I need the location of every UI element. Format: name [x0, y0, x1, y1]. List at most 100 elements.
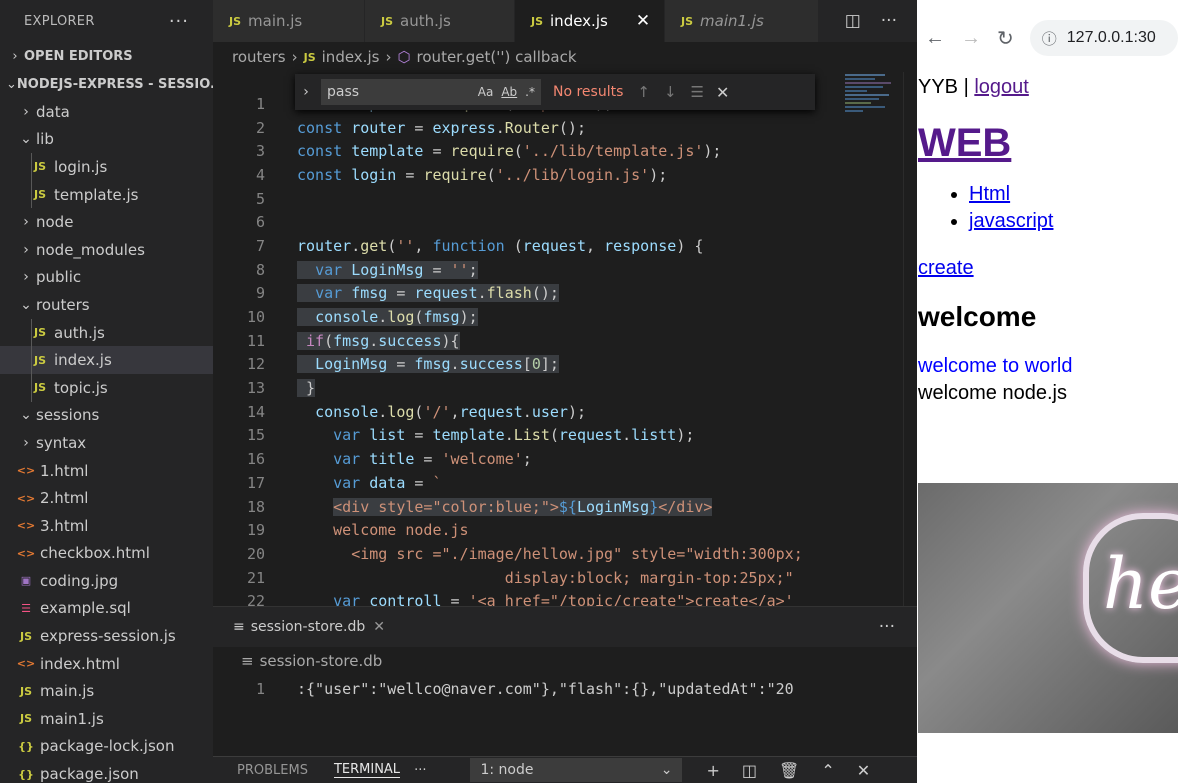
close-icon[interactable]: ✕	[373, 619, 385, 635]
folder-item[interactable]: ⌄ lib	[0, 126, 213, 154]
tab-index-js[interactable]: JS index.js ✕	[515, 0, 665, 42]
folder-item[interactable]: › public	[0, 264, 213, 292]
close-icon[interactable]: ✕	[636, 11, 650, 31]
line-number: 20	[246, 544, 265, 563]
file-item[interactable]: <> 2.html	[0, 484, 213, 512]
file-item[interactable]: JS auth.js	[0, 318, 213, 347]
file-item[interactable]: {} package-lock.json	[0, 733, 213, 761]
minimap[interactable]	[843, 72, 903, 606]
file-item[interactable]: <> checkbox.html	[0, 540, 213, 568]
folder-item[interactable]: › data	[0, 98, 213, 126]
project-section[interactable]: ⌄ NODEJS-EXPRESS - SESSIO...	[0, 70, 213, 98]
folder-item[interactable]: › node_modules	[0, 236, 213, 264]
trash-icon[interactable]: 🗑	[779, 761, 799, 780]
file-item[interactable]: JS index.js	[0, 346, 213, 374]
tab-main1-js[interactable]: JS main1.js	[665, 0, 819, 42]
line-number: 3	[255, 142, 265, 161]
vertical-scrollbar[interactable]	[903, 72, 917, 606]
file-item[interactable]: {} package.json	[0, 760, 213, 783]
file-lines-icon: ≡	[233, 619, 245, 635]
more-icon[interactable]: ···	[414, 763, 426, 778]
html-file-icon: <>	[16, 546, 36, 560]
tree-item-label: 1.html	[40, 461, 89, 480]
file-item[interactable]: JS main1.js	[0, 705, 213, 733]
panel-code-line[interactable]: 1 :{"user":"wellco@naver.com"},"flash":{…	[213, 675, 917, 703]
file-item[interactable]: JS main.js	[0, 677, 213, 705]
tree-item-label: data	[36, 102, 70, 121]
tree-item-label: auth.js	[54, 323, 105, 342]
list-item: Html	[969, 181, 1178, 208]
folder-item[interactable]: ⌄ routers	[0, 291, 213, 319]
create-link[interactable]: create	[918, 255, 1178, 281]
html-file-icon: <>	[16, 491, 36, 505]
breadcrumb-folder[interactable]: routers	[232, 48, 286, 66]
folder-item[interactable]: › node	[0, 208, 213, 236]
page-title[interactable]: WEB	[918, 119, 1178, 167]
find-status: No results	[553, 84, 624, 100]
close-icon[interactable]: ✕	[857, 761, 870, 780]
file-item[interactable]: JS login.js	[0, 153, 213, 181]
explorer-title: EXPLORER	[24, 13, 95, 29]
user-line: YYB | logout	[918, 74, 1178, 100]
folder-item[interactable]: › syntax	[0, 429, 213, 457]
use-regex-icon[interactable]: .*	[525, 85, 535, 99]
file-item[interactable]: <> 3.html	[0, 512, 213, 540]
file-item[interactable]: JS topic.js	[0, 373, 213, 402]
chevron-up-icon[interactable]: ⌃	[821, 761, 834, 780]
split-editor-icon[interactable]: ◫	[845, 11, 861, 31]
next-match-icon[interactable]: ↓	[664, 83, 677, 101]
find-in-selection-icon[interactable]: ☰	[691, 83, 704, 101]
tab-problems[interactable]: PROBLEMS	[237, 763, 308, 778]
terminal-select[interactable]: 1: node ⌄	[470, 758, 683, 782]
panel-tab[interactable]: ≡ session-store.db ✕ ···	[213, 607, 917, 647]
tab-main-js[interactable]: JS main.js	[213, 0, 365, 42]
hello-neon-image: he	[918, 483, 1178, 733]
tree-item-label: coding.jpg	[40, 571, 119, 590]
chevron-right-icon: ›	[23, 214, 29, 231]
line-number: 12	[246, 355, 265, 374]
breadcrumb-file[interactable]: index.js	[322, 48, 380, 66]
address-bar[interactable]: ⓘ 127.0.0.1:30	[1029, 20, 1178, 56]
forward-icon[interactable]: →	[961, 27, 981, 50]
previous-match-icon[interactable]: ↑	[637, 83, 650, 101]
find-input[interactable]: pass Aa Ab .*	[321, 79, 541, 105]
line-number: 4	[255, 165, 265, 184]
explorer-sidebar: EXPLORER ··· › OPEN EDITORS ⌄ NODEJS-EXP…	[0, 0, 213, 783]
list-item: javascript	[969, 208, 1178, 235]
code-editor[interactable]: 1const express = require('express'); 2co…	[213, 92, 843, 606]
match-whole-word-icon[interactable]: Ab	[501, 85, 517, 99]
tab-terminal[interactable]: TERMINAL	[333, 762, 401, 778]
more-actions-icon[interactable]: ···	[881, 11, 897, 31]
file-item[interactable]: ☰ example.sql	[0, 595, 213, 623]
back-icon[interactable]: ←	[925, 27, 945, 50]
open-editors-section[interactable]: › OPEN EDITORS	[0, 42, 213, 70]
file-item[interactable]: ▣ coding.jpg	[0, 567, 213, 595]
chevron-down-icon: ⌄	[20, 296, 32, 313]
folder-item[interactable]: ⌄ sessions	[0, 402, 213, 430]
tab-auth-js[interactable]: JS auth.js	[365, 0, 515, 42]
tab-label: index.js	[550, 12, 608, 30]
panel-breadcrumb-label[interactable]: session-store.db	[260, 652, 383, 670]
img-file-icon: ▣	[20, 574, 32, 588]
logout-link[interactable]: logout	[974, 76, 1029, 98]
more-icon[interactable]: ···	[169, 11, 189, 32]
file-item[interactable]: <> 1.html	[0, 457, 213, 485]
split-terminal-icon[interactable]: ◫	[742, 761, 757, 780]
code-line: 3 const template = require('../lib/templa…	[213, 139, 843, 163]
toggle-replace-icon[interactable]: ›	[295, 84, 317, 100]
line-number: 8	[255, 260, 265, 279]
close-icon[interactable]: ✕	[716, 83, 729, 102]
match-case-icon[interactable]: Aa	[478, 85, 494, 99]
plus-icon[interactable]: +	[706, 761, 719, 780]
info-icon[interactable]: ⓘ	[1042, 28, 1057, 49]
file-item[interactable]: JS template.js	[0, 180, 213, 209]
url-text: 127.0.0.1:30	[1066, 29, 1156, 46]
file-item[interactable]: <> index.html	[0, 650, 213, 678]
more-actions-icon[interactable]: ···	[879, 617, 895, 637]
breadcrumb-symbol[interactable]: router.get('') callback	[417, 48, 577, 66]
file-item[interactable]: JS express-session.js	[0, 622, 213, 650]
reload-icon[interactable]: ↻	[997, 26, 1014, 51]
line-number: 17	[246, 473, 265, 492]
topic-link[interactable]: javascript	[969, 210, 1053, 232]
topic-link[interactable]: Html	[969, 183, 1010, 205]
